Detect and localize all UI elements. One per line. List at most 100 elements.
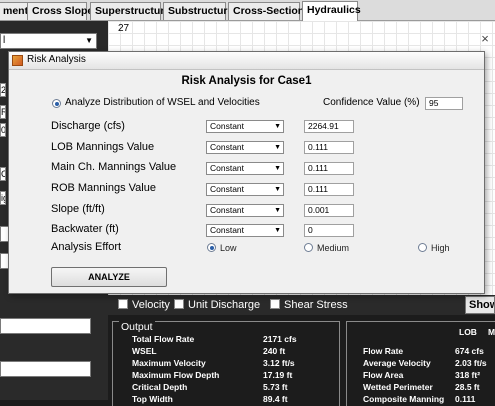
output-value: 318 ft² [455, 370, 481, 380]
output-value: 240 ft [263, 346, 286, 356]
discharge-distribution-value: Constant [210, 121, 245, 131]
dropdown-arrow-icon: ▼ [274, 227, 281, 234]
tab-cross-sections[interactable]: Cross-Sections [228, 2, 310, 20]
dialog-titlebar[interactable]: Risk Analysis [9, 52, 484, 70]
lob-mannings-input[interactable]: 0.111 [304, 141, 354, 154]
slope-label: Slope (ft/ft) [51, 203, 105, 215]
dropdown-arrow-icon: ▼ [274, 123, 281, 130]
shear-stress-checkbox[interactable]: Shear Stress [270, 299, 348, 311]
output-label: Total Flow Rate [132, 334, 195, 344]
main-ch-mannings-distribution-value: Constant [210, 163, 245, 173]
analyze-distribution-label: Analyze Distribution of WSEL and Velocit… [65, 97, 260, 108]
effort-high-radio[interactable] [418, 243, 427, 252]
output-value: 0.111 [455, 394, 476, 404]
tab-superstructure[interactable]: Superstructure [90, 2, 170, 20]
output-value: 2.03 ft/s [455, 358, 487, 368]
backwater-distribution-select[interactable]: Constant ▼ [206, 224, 284, 237]
velocity-label: Velocity [132, 299, 170, 311]
column-header: M [488, 327, 495, 337]
tab-substructure[interactable]: Substructure [163, 2, 233, 20]
unit-discharge-label: Unit Discharge [188, 299, 261, 311]
segment-output-group: LOB M Flow Rate 674 cfs Average Velocity… [346, 321, 495, 406]
discharge-input[interactable]: 2264.91 [304, 120, 354, 133]
checkbox-icon [270, 299, 280, 309]
effort-low-label: Low [220, 243, 237, 253]
dialog-heading: Risk Analysis for Case1 [181, 75, 312, 87]
left-stub-4[interactable]: C [0, 167, 6, 181]
main-ch-mannings-input[interactable]: 0.111 [304, 162, 354, 175]
output-value: 17.19 ft [263, 370, 293, 380]
output-label: WSEL [132, 346, 157, 356]
unit-discharge-checkbox[interactable]: Unit Discharge [174, 299, 260, 311]
dropdown-arrow-icon: ▼ [274, 207, 281, 214]
close-icon[interactable]: × [479, 32, 491, 45]
confidence-input[interactable]: 95 [425, 97, 463, 110]
canvas-label: 27 [118, 23, 130, 34]
analyze-distribution-radio[interactable] [52, 99, 61, 108]
dialog-title: Risk Analysis [27, 54, 86, 65]
discharge-label: Discharge (cfs) [51, 120, 125, 132]
main-ch-mannings-label: Main Ch. Mannings Value [51, 161, 177, 173]
shear-stress-label: Shear Stress [284, 299, 348, 311]
column-header: LOB [459, 327, 477, 337]
output-group: Output Total Flow Rate 2171 cfs WSEL 240… [112, 321, 340, 406]
effort-low-radio[interactable] [207, 243, 216, 252]
output-value: 89.4 ft [263, 394, 288, 404]
tab-cross-slope[interactable]: Cross Slope [27, 2, 93, 20]
rob-mannings-distribution-select[interactable]: Constant ▼ [206, 183, 284, 196]
output-legend: Output [119, 321, 155, 333]
left-stub-2[interactable]: Ra [0, 105, 6, 119]
risk-analysis-dialog: Risk Analysis Risk Analysis for Case1 An… [8, 51, 485, 294]
tab-bar: ment Cross Slope Superstructure Substruc… [0, 0, 495, 21]
main-ch-mannings-distribution-select[interactable]: Constant ▼ [206, 162, 284, 175]
lob-mannings-distribution-select[interactable]: Constant ▼ [206, 141, 284, 154]
output-label: Flow Rate [363, 346, 404, 356]
left-field-4[interactable] [0, 361, 91, 377]
rob-mannings-distribution-value: Constant [210, 184, 245, 194]
lob-mannings-label: LOB Mannings Value [51, 141, 155, 153]
tab-hydraulics[interactable]: Hydraulics [302, 1, 361, 21]
backwater-input[interactable]: 0 [304, 224, 354, 237]
checkbox-icon [174, 299, 184, 309]
rob-mannings-label: ROB Mannings Value [51, 182, 156, 194]
analysis-effort-label: Analysis Effort [51, 241, 122, 253]
output-label: Flow Area [363, 370, 404, 380]
velocity-checkbox[interactable]: Velocity [118, 299, 170, 311]
dropdown-arrow-icon: ▼ [274, 165, 281, 172]
effort-medium-radio[interactable] [304, 243, 313, 252]
output-value: 674 cfs [455, 346, 484, 356]
left-dropdown[interactable]: l ▼ [0, 33, 97, 49]
output-label: Composite Manning [363, 394, 445, 404]
confidence-label: Confidence Value (%) [323, 97, 420, 108]
slope-distribution-select[interactable]: Constant ▼ [206, 204, 284, 217]
output-label: Maximum Velocity [132, 358, 206, 368]
backwater-distribution-value: Constant [210, 225, 245, 235]
checkbox-icon [118, 299, 128, 309]
discharge-distribution-select[interactable]: Constant ▼ [206, 120, 284, 133]
slope-input[interactable]: 0.001 [304, 204, 354, 217]
output-value: 2171 cfs [263, 334, 297, 344]
lob-mannings-distribution-value: Constant [210, 142, 245, 152]
left-stub-1[interactable]: 20 [0, 83, 6, 97]
output-label: Critical Depth [132, 382, 188, 392]
display-options: Velocity Unit Discharge Shear Stress Sho… [108, 295, 495, 315]
app-icon [12, 55, 23, 66]
slope-distribution-value: Constant [210, 205, 245, 215]
analyze-button[interactable]: ANALYZE [51, 267, 167, 287]
output-label: Top Width [132, 394, 173, 404]
output-label: Maximum Flow Depth [132, 370, 220, 380]
left-stub-5[interactable]: ig [0, 191, 6, 205]
output-value: 5.73 ft [263, 382, 288, 392]
dropdown-arrow-icon: ▼ [274, 186, 281, 193]
rob-mannings-input[interactable]: 0.111 [304, 183, 354, 196]
effort-high-label: High [431, 243, 450, 253]
backwater-label: Backwater (ft) [51, 223, 119, 235]
left-field-3[interactable] [0, 318, 91, 334]
output-label: Wetted Perimeter [363, 382, 433, 392]
dropdown-arrow-icon: ▼ [274, 144, 281, 151]
left-stub-3[interactable]: 0 [0, 123, 6, 137]
output-panel: Output Total Flow Rate 2171 cfs WSEL 240… [108, 315, 495, 406]
chevron-down-icon: ▼ [85, 36, 93, 45]
left-dropdown-value: l [3, 35, 6, 46]
show-button[interactable]: Show L [465, 296, 495, 314]
